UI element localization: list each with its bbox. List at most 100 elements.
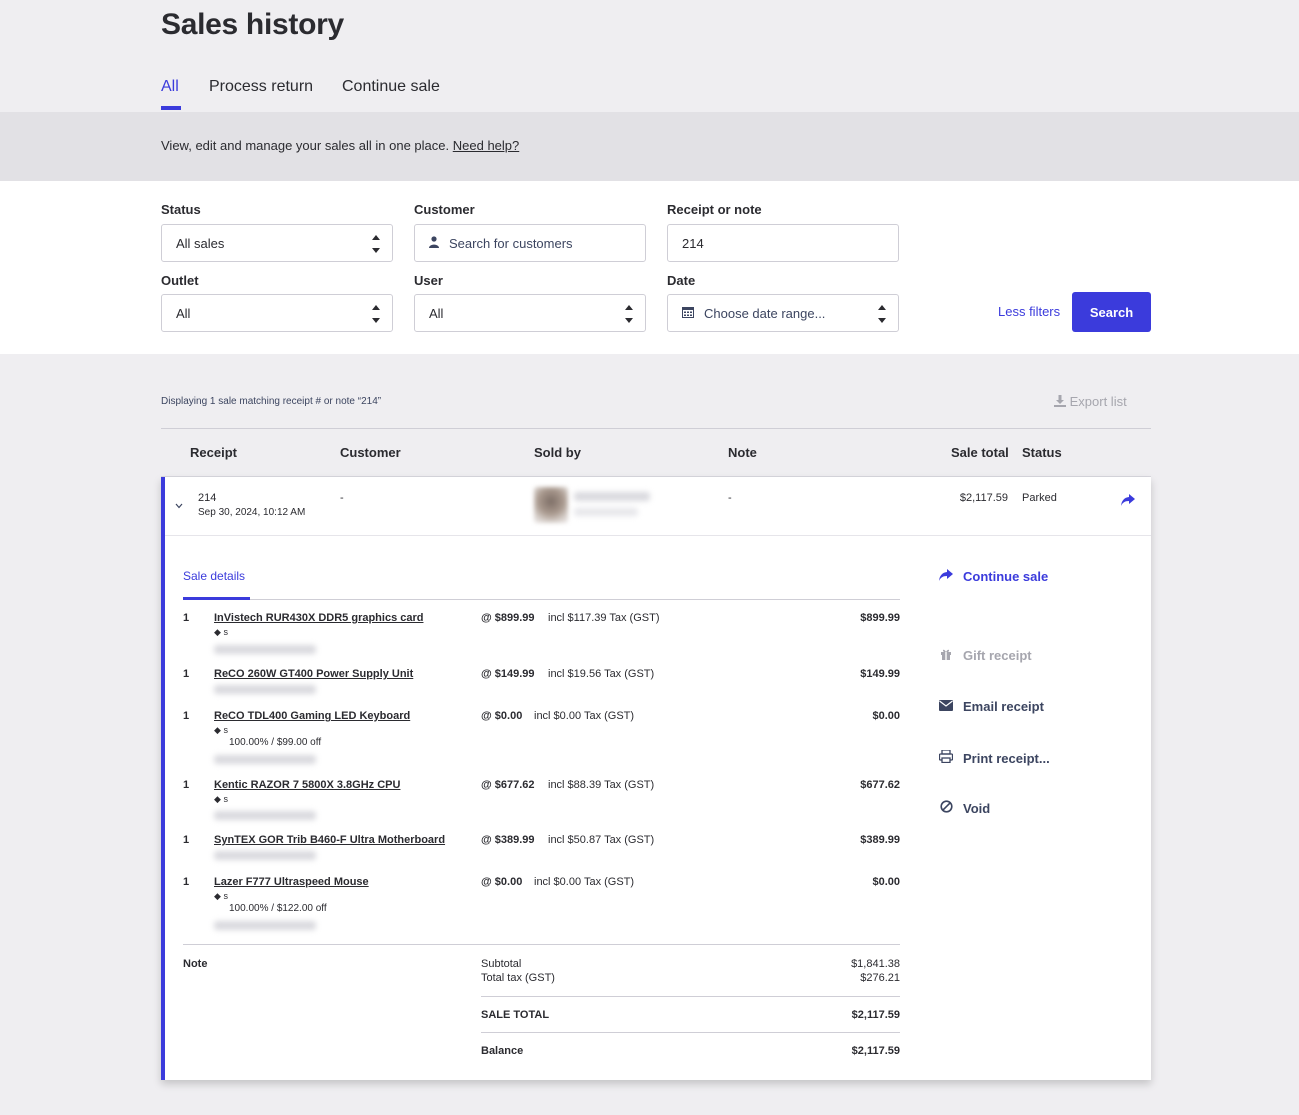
tab-continue-sale[interactable]: Continue sale <box>342 78 440 96</box>
header-note[interactable]: Note <box>728 445 757 460</box>
item-price: @ $389.99 <box>481 834 535 846</box>
email-receipt-button[interactable]: Email receipt <box>939 699 1044 714</box>
date-label: Date <box>667 273 696 288</box>
tab-sale-details[interactable]: Sale details <box>183 569 245 583</box>
export-label: Export list <box>1069 394 1127 409</box>
item-total: $0.00 <box>872 876 900 888</box>
header-sale-total[interactable]: Sale total <box>951 445 1009 460</box>
receipt-input[interactable]: 214 <box>667 224 899 262</box>
item-name[interactable]: SynTEX GOR Trib B460-F Ultra Motherboard <box>214 834 445 846</box>
item-name[interactable]: InVistech RUR430X DDR5 graphics card <box>214 612 423 624</box>
print-receipt-label: Print receipt... <box>963 750 1050 766</box>
receipt-label: Receipt or note <box>667 202 762 217</box>
sale-date: Sep 30, 2024, 10:12 AM <box>198 507 306 518</box>
select-arrows-icon <box>372 304 380 324</box>
customer-search-input[interactable]: Search for customers <box>414 224 646 262</box>
item-sku-blurred <box>214 645 316 654</box>
export-list-button[interactable]: Export list <box>1054 394 1127 410</box>
item-qty: 1 <box>183 668 190 680</box>
need-help-link[interactable]: Need help? <box>453 138 520 153</box>
results-summary: Displaying 1 sale matching receipt # or … <box>161 396 382 407</box>
sale-details-tab-indicator <box>183 597 250 600</box>
less-filters-link[interactable]: Less filters <box>998 304 1060 319</box>
receipt-number[interactable]: 214 <box>198 492 216 504</box>
header-customer[interactable]: Customer <box>340 445 401 460</box>
item-sku-blurred <box>214 851 316 860</box>
user-icon <box>429 235 439 251</box>
continue-sale-button[interactable]: Continue sale <box>939 569 1048 584</box>
sale-total-value: $2,117.59 <box>851 1009 900 1021</box>
item-sku-blurred <box>214 685 316 694</box>
status-select[interactable]: All sales <box>161 224 393 262</box>
item-tax: incl $88.39 Tax (GST) <box>548 779 655 791</box>
item-name[interactable]: Kentic RAZOR 7 5800X 3.8GHz CPU <box>214 779 400 791</box>
user-value: All <box>429 305 444 321</box>
void-label: Void <box>963 800 991 816</box>
ban-icon <box>939 800 953 816</box>
item-tax: incl $19.56 Tax (GST) <box>548 668 655 680</box>
void-button[interactable]: Void <box>939 800 990 816</box>
item-total: $899.99 <box>860 612 900 624</box>
tag-icon: ◆ <box>214 794 221 804</box>
table-top-border <box>161 428 1151 429</box>
item-tag-text: s <box>223 794 228 804</box>
tab-process-return[interactable]: Process return <box>209 78 313 96</box>
item-price: @ $899.99 <box>481 612 535 624</box>
user-select[interactable]: All <box>414 294 646 332</box>
share-icon[interactable] <box>1121 493 1135 511</box>
item-name[interactable]: Lazer F777 Ultraspeed Mouse <box>214 876 369 888</box>
gift-receipt-button[interactable]: Gift receipt <box>939 648 1032 663</box>
gift-receipt-label: Gift receipt <box>963 648 1032 663</box>
customer-placeholder: Search for customers <box>449 235 573 251</box>
avatar <box>534 487 568 523</box>
sold-by-role-blurred <box>574 508 638 516</box>
item-price: @ $677.62 <box>481 779 535 791</box>
select-arrows-icon <box>878 304 886 324</box>
subtotal-value: $1,841.38 <box>851 958 900 970</box>
date-range-select[interactable]: Choose date range... <box>667 294 899 332</box>
receipt-value: 214 <box>682 235 704 251</box>
tag-icon: ◆ <box>214 627 221 637</box>
info-text: View, edit and manage your sales all in … <box>161 138 519 153</box>
item-price: @ $0.00 <box>481 710 523 722</box>
header-receipt[interactable]: Receipt <box>190 445 237 460</box>
continue-sale-label: Continue sale <box>963 569 1049 584</box>
item-qty: 1 <box>183 779 190 791</box>
item-tag: ◆ s <box>214 891 228 902</box>
balance-divider <box>481 1032 900 1033</box>
status-value: All sales <box>176 235 225 251</box>
print-receipt-button[interactable]: Print receipt... <box>938 749 1050 766</box>
totals-divider <box>183 944 900 945</box>
envelope-icon <box>939 699 953 714</box>
outlet-select[interactable]: All <box>161 294 393 332</box>
item-tag: ◆ s <box>214 627 228 638</box>
item-total: $677.62 <box>860 779 900 791</box>
item-tag-text: s <box>223 891 228 901</box>
item-sku-blurred <box>214 755 316 764</box>
item-discount: 100.00% / $122.00 off <box>229 903 327 914</box>
item-price: @ $149.99 <box>481 668 535 680</box>
select-arrows-icon <box>625 304 633 324</box>
item-tax: incl $0.00 Tax (GST) <box>534 710 635 722</box>
header-sold-by[interactable]: Sold by <box>534 445 581 460</box>
select-arrows-icon <box>372 234 380 254</box>
balance-label: Balance <box>481 1045 524 1057</box>
printer-icon <box>938 749 954 766</box>
item-sku-blurred <box>214 811 316 820</box>
item-tag: ◆ s <box>214 794 228 805</box>
row-status: Parked <box>1022 492 1057 504</box>
item-discount: 100.00% / $99.00 off <box>229 737 322 748</box>
item-name[interactable]: ReCO TDL400 Gaming LED Keyboard <box>214 710 410 722</box>
item-tax: incl $50.87 Tax (GST) <box>548 834 655 846</box>
item-name[interactable]: ReCO 260W GT400 Power Supply Unit <box>214 668 413 680</box>
search-button[interactable]: Search <box>1072 292 1151 332</box>
item-tax: incl $117.39 Tax (GST) <box>548 612 660 624</box>
tab-all[interactable]: All <box>161 78 179 96</box>
item-total: $0.00 <box>872 710 900 722</box>
date-placeholder: Choose date range... <box>704 305 826 321</box>
item-qty: 1 <box>183 710 190 722</box>
item-sku-blurred <box>214 921 316 930</box>
total-tax-value: $276.21 <box>860 972 900 984</box>
chevron-down-icon[interactable] <box>175 496 183 514</box>
header-status[interactable]: Status <box>1022 445 1062 460</box>
